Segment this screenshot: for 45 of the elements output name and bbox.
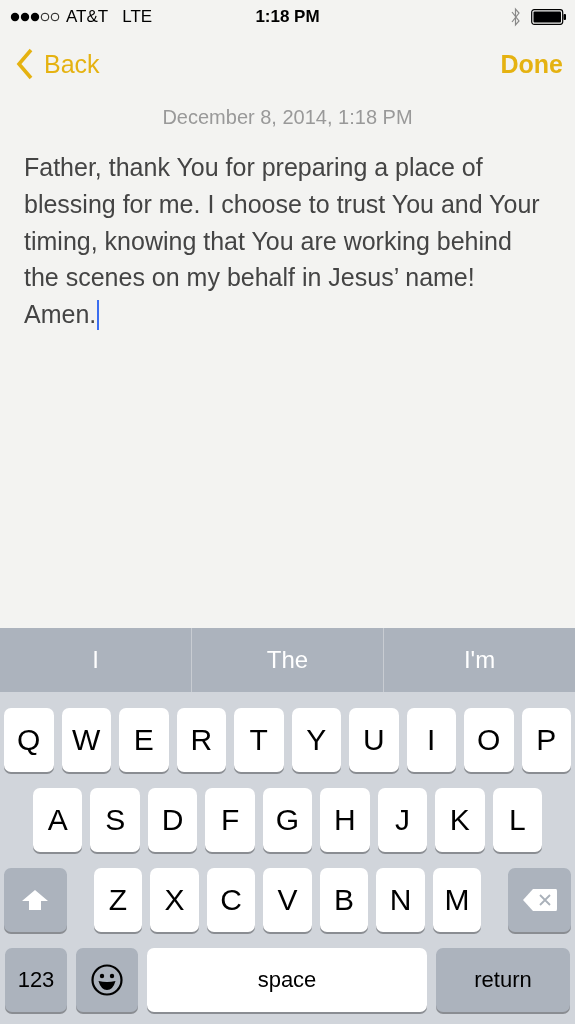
letter-key[interactable]: X xyxy=(150,868,199,932)
space-key[interactable]: space xyxy=(147,948,427,1012)
letter-key[interactable]: E xyxy=(119,708,169,772)
battery-icon xyxy=(531,9,567,25)
numbers-key[interactable]: 123 xyxy=(5,948,67,1012)
letter-key[interactable]: V xyxy=(263,868,312,932)
letter-key[interactable]: F xyxy=(205,788,255,852)
letter-key[interactable]: G xyxy=(262,788,313,852)
letter-key[interactable]: N xyxy=(376,868,425,932)
note-text[interactable]: Father, thank You for preparing a place of blessing for me. I choose to trust You and Your timing, knowing that You are working behind the scenes on my behalf in Jesus’ name! Amen. xyxy=(24,149,549,333)
letter-key[interactable]: A xyxy=(33,788,83,852)
letter-key[interactable]: H xyxy=(320,788,370,852)
delete-key[interactable] xyxy=(508,868,572,932)
letter-key[interactable]: Q xyxy=(4,708,54,772)
backspace-icon xyxy=(521,888,558,912)
letter-key[interactable]: W xyxy=(61,708,111,772)
letter-key[interactable]: C xyxy=(206,868,256,932)
shift-arrow-icon xyxy=(21,889,50,911)
letter-key[interactable]: R xyxy=(176,708,226,772)
text-cursor xyxy=(97,300,100,331)
letter-key[interactable]: I xyxy=(406,708,456,772)
return-key[interactable]: return xyxy=(436,948,570,1012)
network-type: LTE xyxy=(122,7,153,27)
bluetooth-icon xyxy=(511,7,521,27)
letter-key[interactable]: Y xyxy=(291,708,341,772)
chevron-left-icon xyxy=(16,48,34,80)
clock: 1:18 PM xyxy=(255,7,320,27)
letter-key[interactable]: K xyxy=(435,788,485,852)
smiley-icon xyxy=(91,964,123,996)
letter-key[interactable]: P xyxy=(521,708,571,772)
letter-key[interactable]: D xyxy=(147,788,198,852)
emoji-key[interactable] xyxy=(76,948,138,1012)
letter-key[interactable]: U xyxy=(349,708,399,772)
note-date: December 8, 2014, 1:18 PM xyxy=(162,106,413,129)
letter-key[interactable]: T xyxy=(234,708,284,772)
carrier-name: AT&T xyxy=(66,7,109,27)
letter-key[interactable]: J xyxy=(377,788,428,852)
shift-key[interactable] xyxy=(4,868,67,932)
letter-key[interactable]: S xyxy=(90,788,140,852)
signal-icon xyxy=(10,12,60,22)
letter-key[interactable]: O xyxy=(464,708,514,772)
letter-key[interactable]: L xyxy=(492,788,542,852)
letter-key[interactable]: M xyxy=(432,868,482,932)
letter-key[interactable]: Z xyxy=(93,868,143,932)
letter-key[interactable]: B xyxy=(319,868,369,932)
